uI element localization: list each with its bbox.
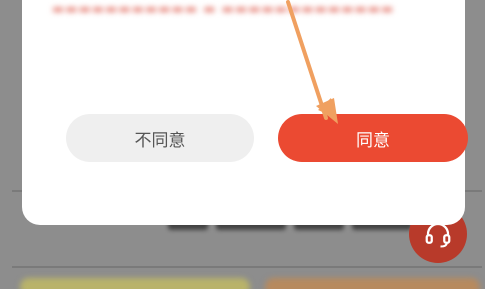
agree-button[interactable]: 同意: [278, 114, 468, 162]
agreement-dialog: ▬▬▬▬▬▬▬▬▬▬▬ ▬ ▬▬▬▬▬▬▬▬▬▬▬▬▬ 不同意 同意: [22, 0, 468, 225]
background-button-left: [20, 278, 250, 289]
dialog-text-blurred: ▬▬▬▬▬▬▬▬▬▬▬ ▬ ▬▬▬▬▬▬▬▬▬▬▬▬▬: [52, 2, 392, 17]
disagree-button[interactable]: 不同意: [66, 114, 254, 162]
screen: ▬▬▬▬▬▬▬▬▬▬▬ ▬ ▬▬▬▬▬▬▬▬▬▬▬▬▬ 不同意 同意: [0, 0, 485, 289]
background-divider: [12, 266, 482, 268]
background-button-right: [265, 278, 480, 289]
